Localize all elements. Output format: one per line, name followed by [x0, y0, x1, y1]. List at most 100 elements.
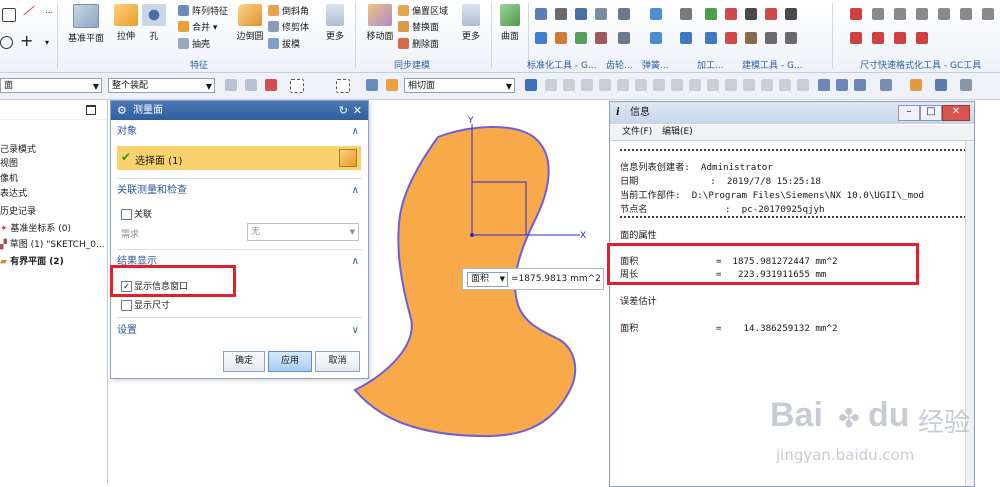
- maximize-button[interactable]: □: [920, 105, 942, 121]
- section-object-header[interactable]: 对象 ∧: [117, 123, 362, 141]
- snap-icon-12[interactable]: [743, 79, 755, 91]
- layer-icon[interactable]: [935, 79, 947, 91]
- polygon-icon[interactable]: [2, 8, 16, 22]
- maximize-icon[interactable]: [86, 105, 96, 115]
- shell-button[interactable]: 抽壳: [178, 37, 210, 50]
- select-face-row[interactable]: ✔ 选择面 (1): [117, 146, 361, 170]
- minimize-button[interactable]: –: [898, 105, 920, 121]
- model-tool-icon-4[interactable]: [765, 8, 777, 20]
- type-filter-combo[interactable]: 面 ▼: [0, 78, 102, 93]
- arrow-right-icon[interactable]: [525, 79, 537, 91]
- snap-icon-11[interactable]: [725, 79, 737, 91]
- model-tool-icon-6[interactable]: [705, 32, 717, 44]
- view-orient-icon[interactable]: [880, 79, 892, 91]
- fit-view-icon[interactable]: [818, 79, 830, 91]
- nav-item-cameras[interactable]: 像机: [0, 171, 18, 184]
- more-sync-button[interactable]: 更多: [454, 2, 488, 42]
- snap-icon-8[interactable]: [671, 79, 683, 91]
- snap-icon-5[interactable]: [617, 79, 629, 91]
- settings-icon[interactable]: [960, 79, 972, 91]
- model-tool-icon-7[interactable]: [725, 32, 737, 44]
- ok-button[interactable]: 确定: [223, 351, 265, 372]
- chamfer-button[interactable]: 倒斜角: [268, 4, 309, 17]
- dim-tool-icon-5[interactable]: [938, 8, 950, 20]
- snap-icon-4[interactable]: [599, 79, 611, 91]
- more-arrow-icon[interactable]: ⋯: [45, 8, 53, 17]
- pattern-feature-button[interactable]: 阵列特征: [178, 4, 228, 17]
- dim-tool-icon-7[interactable]: [982, 8, 994, 20]
- std-tool-icon-4[interactable]: [595, 8, 607, 20]
- snap-icon-9[interactable]: [689, 79, 701, 91]
- dim-tool-icon-10[interactable]: [894, 32, 906, 44]
- gear-tool-icon-2[interactable]: [618, 32, 630, 44]
- edge-blend-button[interactable]: 边倒圆: [230, 2, 270, 42]
- cube-icon[interactable]: [366, 79, 378, 91]
- line-icon[interactable]: [23, 5, 35, 16]
- nav-item-history[interactable]: 历史记录: [0, 204, 36, 217]
- model-tool-icon-3[interactable]: [745, 8, 757, 20]
- filter-icon-2[interactable]: [245, 79, 257, 91]
- select-face-icon[interactable]: [339, 149, 357, 167]
- dim-tool-icon-9[interactable]: [872, 32, 884, 44]
- box-select-icon[interactable]: [290, 79, 304, 93]
- draft-button[interactable]: 拔模: [268, 37, 300, 50]
- close-icon[interactable]: ✕: [353, 101, 362, 120]
- model-tool-icon-8[interactable]: [745, 32, 757, 44]
- cancel-button[interactable]: 取消: [315, 351, 360, 372]
- replace-face-button[interactable]: 替换面: [398, 20, 439, 33]
- unite-button[interactable]: 合并 ▾: [178, 20, 217, 33]
- machining-tool-icon-2[interactable]: [680, 32, 692, 44]
- measure-type-select[interactable]: 面积 ▼: [467, 272, 508, 287]
- selection-scope-combo[interactable]: 整个装配 ▼: [108, 78, 215, 93]
- dim-tool-icon-11[interactable]: [916, 32, 928, 44]
- dim-tool-icon-8[interactable]: [850, 32, 862, 44]
- gear-tool-icon-1[interactable]: [618, 8, 630, 20]
- snap-icon-1[interactable]: [545, 79, 557, 91]
- nav-item-record-mode[interactable]: 己录模式: [0, 142, 36, 155]
- model-tool-icon-9[interactable]: [765, 32, 777, 44]
- snap-icon-6[interactable]: [635, 79, 647, 91]
- dim-tool-icon-6[interactable]: [960, 8, 972, 20]
- spring-tool-icon-1[interactable]: [650, 8, 662, 20]
- model-tool-icon-5[interactable]: [785, 8, 797, 20]
- circle-icon[interactable]: [0, 36, 13, 49]
- surface-button[interactable]: 曲面: [494, 2, 526, 42]
- nav-item-sketch[interactable]: ▞ 草图 (1) "SKETCH_0...: [0, 237, 105, 250]
- std-tool-icon-5[interactable]: [535, 32, 547, 44]
- menu-file[interactable]: 文件(F): [622, 125, 652, 140]
- face-icon[interactable]: [386, 79, 398, 91]
- filter-icon-1[interactable]: [225, 79, 237, 91]
- zoom-icon[interactable]: [836, 79, 848, 91]
- menu-edit[interactable]: 编辑(E): [662, 125, 693, 140]
- dim-tool-icon-4[interactable]: [916, 8, 928, 20]
- snap-icon-7[interactable]: [653, 79, 665, 91]
- offset-region-button[interactable]: 偏置区域: [398, 4, 448, 17]
- info-titlebar[interactable]: i 信息 – □ ✕: [610, 102, 974, 124]
- reset-icon[interactable]: ↻: [339, 101, 348, 120]
- model-tool-icon-2[interactable]: [725, 8, 737, 20]
- dim-tool-icon-1[interactable]: [850, 8, 862, 20]
- more-feature-button[interactable]: 更多: [318, 2, 352, 42]
- hole-button[interactable]: 孔: [134, 2, 174, 42]
- model-tool-icon-1[interactable]: [705, 8, 717, 20]
- render-style-icon[interactable]: [910, 79, 922, 91]
- machining-tool-icon-1[interactable]: [680, 8, 692, 20]
- nav-item-views[interactable]: 视图: [0, 156, 18, 169]
- show-dimension-checkbox[interactable]: [121, 300, 132, 311]
- dropdown-arrow-icon[interactable]: ▾: [45, 38, 49, 47]
- std-tool-icon-8[interactable]: [595, 32, 607, 44]
- close-button[interactable]: ✕: [942, 105, 970, 121]
- section-settings-header[interactable]: 设置 ∨: [117, 322, 362, 340]
- snap-icon-2[interactable]: [563, 79, 575, 91]
- std-tool-icon-1[interactable]: [535, 8, 547, 20]
- section-assoc-header[interactable]: 关联测量和检查 ∧: [117, 182, 362, 200]
- delete-face-button[interactable]: 删除面: [398, 37, 439, 50]
- std-tool-icon-7[interactable]: [575, 32, 587, 44]
- nav-item-expressions[interactable]: 表达式: [0, 186, 27, 199]
- nav-item-datum-csys[interactable]: ✦ 基准坐标系 (0): [0, 221, 71, 234]
- snap-icon-13[interactable]: [761, 79, 773, 91]
- snap-icon-3[interactable]: [581, 79, 593, 91]
- dialog-titlebar[interactable]: ⚙ 测量面 ↻ ✕: [111, 101, 368, 120]
- dim-tool-icon-3[interactable]: [894, 8, 906, 20]
- dim-tool-icon-2[interactable]: [872, 8, 884, 20]
